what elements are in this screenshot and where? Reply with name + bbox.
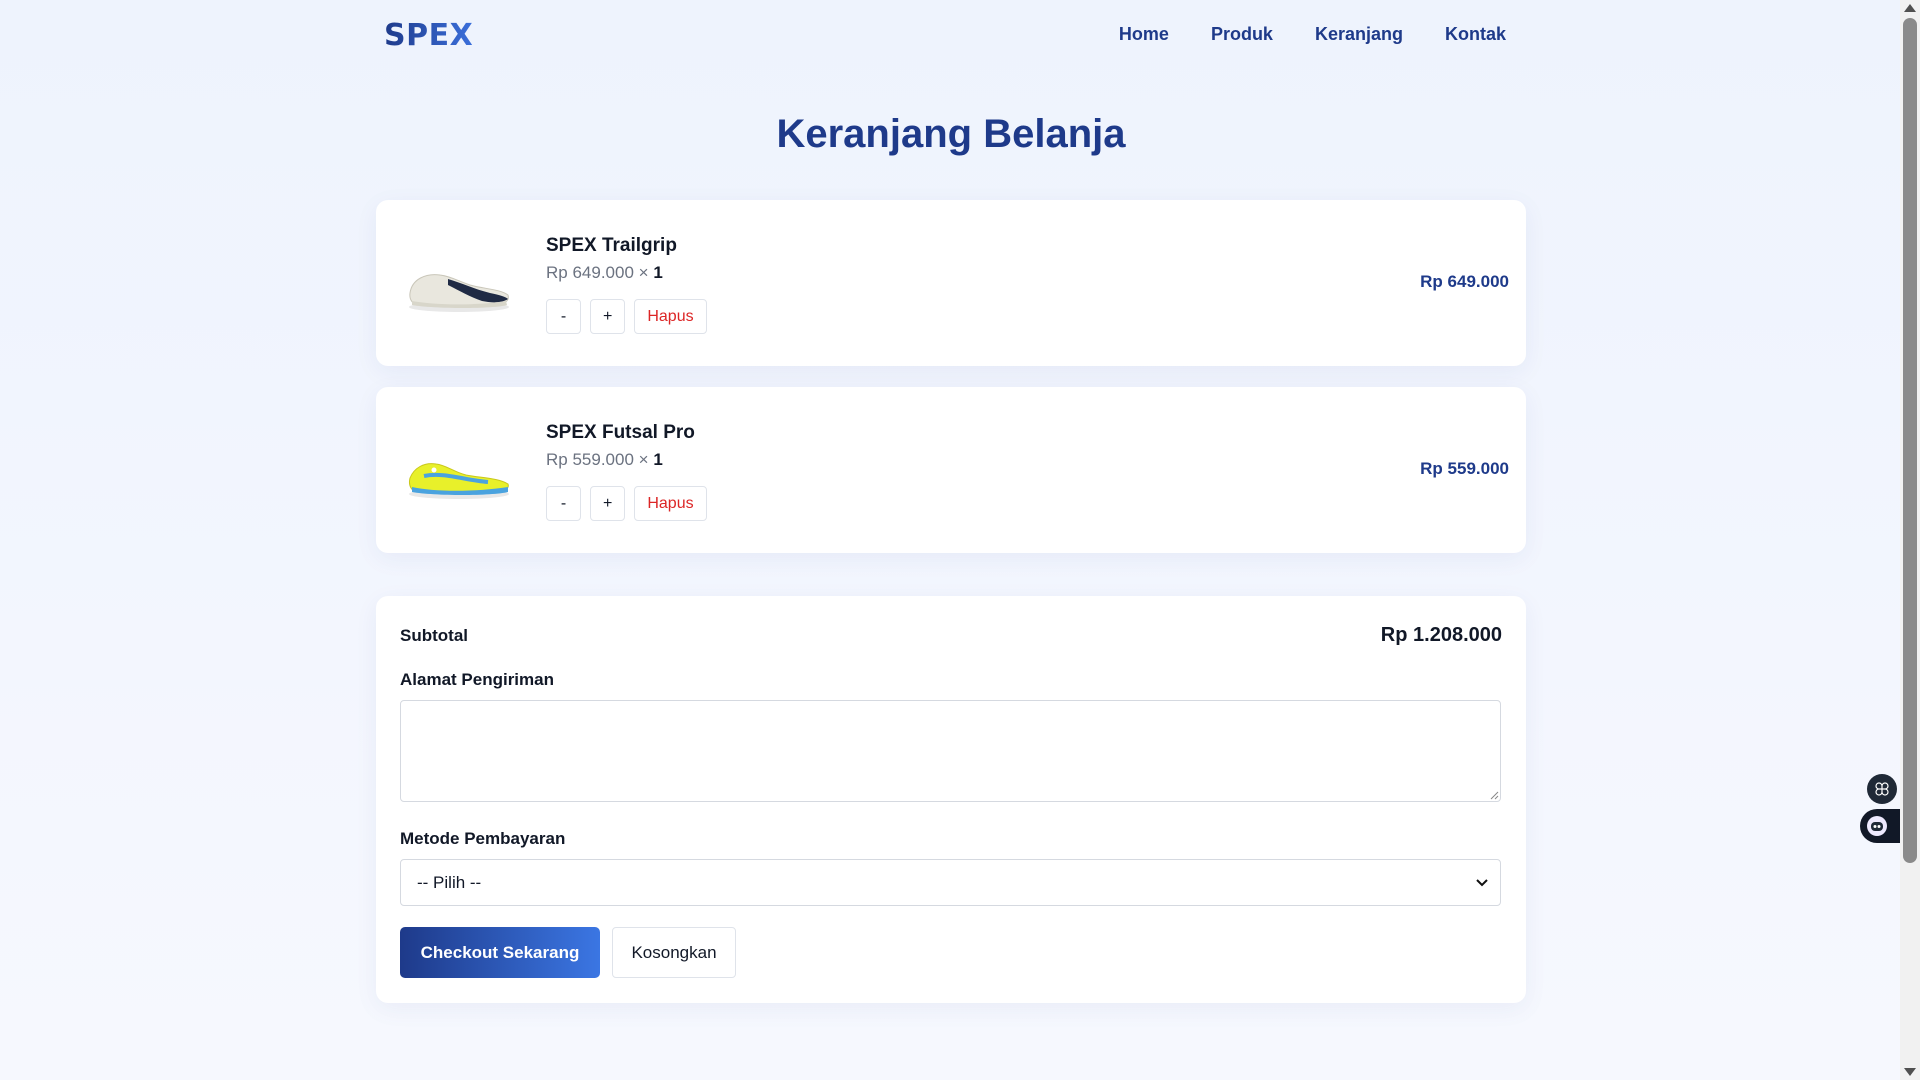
command-icon [1875, 782, 1889, 796]
subtotal-label: Subtotal [400, 626, 468, 645]
cart-item: SPEX Trailgrip Rp 649.000 × 1 - + Hapus … [376, 200, 1526, 366]
page: SPEX Home Produk Keranjang Kontak Keranj… [0, 0, 1906, 1080]
item-total: Rp 559.000 [1420, 459, 1509, 478]
page-title: Keranjang Belanja [776, 112, 1126, 156]
payment-selected-value: -- Pilih -- [417, 872, 482, 892]
scroll-up-icon[interactable] [1904, 4, 1916, 12]
address-field[interactable] [400, 700, 1501, 802]
times-sign: × [638, 450, 649, 469]
chevron-down-icon [1476, 879, 1488, 887]
shortcut-widget-button[interactable] [1867, 774, 1897, 804]
nav-kontak[interactable]: Kontak [1445, 24, 1506, 45]
item-controls: - + Hapus [546, 486, 707, 521]
scroll-down-icon[interactable] [1904, 1068, 1916, 1076]
remove-button[interactable]: Hapus [634, 486, 707, 521]
unit-price-value: Rp 649.000 [546, 263, 634, 282]
main-nav: Home Produk Keranjang Kontak [1119, 24, 1506, 45]
item-unit-price: Rp 559.000 × 1 [546, 450, 663, 470]
checkout-button[interactable]: Checkout Sekarang [400, 927, 600, 978]
item-quantity: 1 [653, 263, 663, 282]
decrease-button[interactable]: - [546, 486, 581, 521]
site-header: SPEX Home Produk Keranjang Kontak [384, 16, 1526, 60]
address-label: Alamat Pengiriman [400, 670, 554, 689]
nav-home[interactable]: Home [1119, 24, 1169, 45]
increase-button[interactable]: + [590, 299, 626, 334]
payment-method-select[interactable]: -- Pilih -- [400, 859, 1501, 906]
clear-cart-button[interactable]: Kosongkan [612, 927, 736, 978]
shoe-white-image [409, 274, 509, 312]
nav-keranjang[interactable]: Keranjang [1315, 24, 1403, 45]
increase-button[interactable]: + [590, 486, 626, 521]
brand-logo[interactable]: SPEX [384, 18, 473, 53]
item-name: SPEX Trailgrip [546, 235, 677, 256]
item-name: SPEX Futsal Pro [546, 422, 695, 443]
cart-item: SPEX Futsal Pro Rp 559.000 × 1 - + Hapus… [376, 387, 1526, 553]
subtotal-value: Rp 1.208.000 [1380, 624, 1502, 646]
assistant-icon [1867, 816, 1887, 836]
order-summary: Subtotal Rp 1.208.000 Alamat Pengiriman … [376, 596, 1526, 1003]
remove-button[interactable]: Hapus [634, 299, 707, 334]
item-controls: - + Hapus [546, 299, 707, 334]
item-total: Rp 649.000 [1420, 272, 1509, 291]
vertical-scrollbar[interactable] [1900, 0, 1920, 1080]
resize-grip-icon[interactable] [1489, 790, 1499, 800]
unit-price-value: Rp 559.000 [546, 450, 634, 469]
times-sign: × [638, 263, 649, 282]
decrease-button[interactable]: - [546, 299, 581, 334]
nav-produk[interactable]: Produk [1211, 24, 1273, 45]
item-unit-price: Rp 649.000 × 1 [546, 263, 663, 283]
item-quantity: 1 [653, 450, 663, 469]
scroll-thumb[interactable] [1903, 18, 1917, 863]
shoe-yellow-image [409, 463, 509, 499]
payment-label: Metode Pembayaran [400, 829, 566, 848]
